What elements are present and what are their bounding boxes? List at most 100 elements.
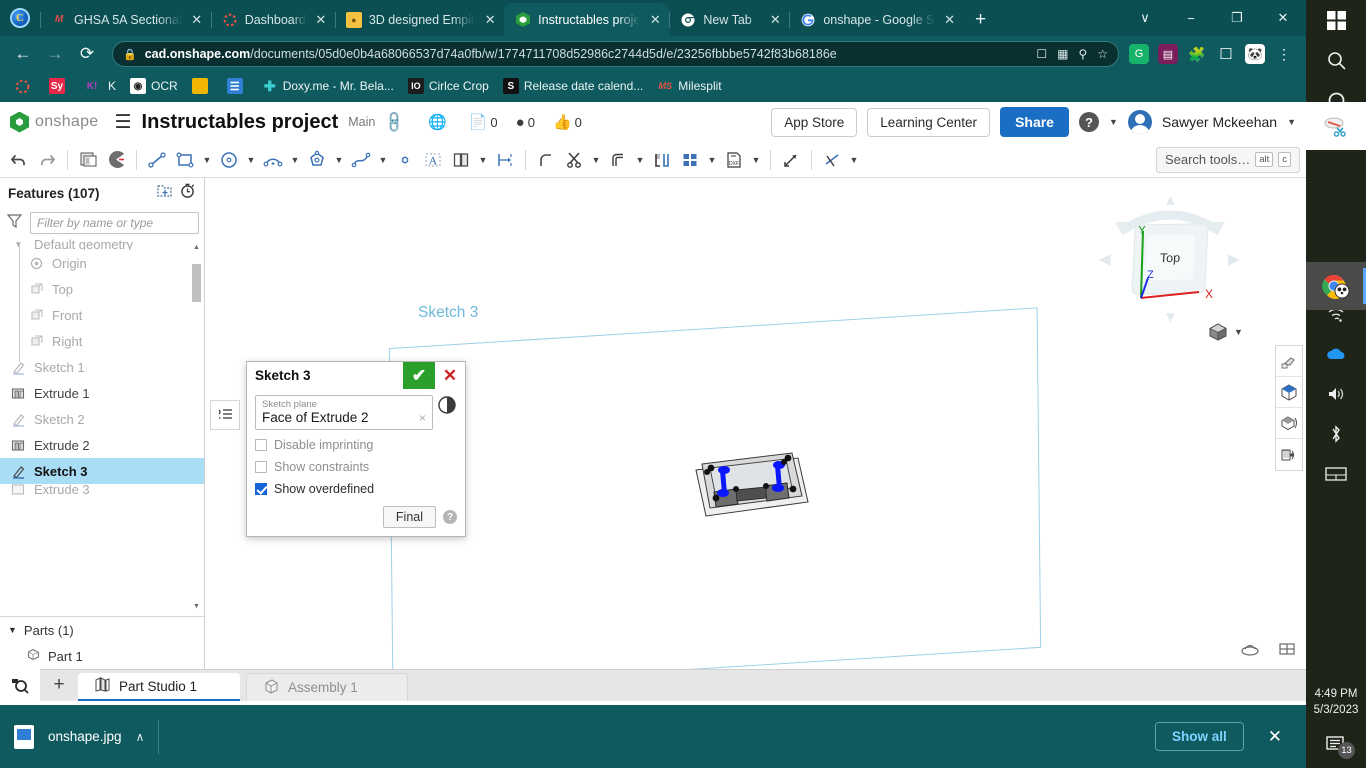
extend-tool-icon[interactable] [778, 146, 804, 174]
pacman-sketch-icon[interactable] [103, 146, 129, 174]
tab-close-icon[interactable]: ✕ [189, 12, 205, 28]
dxf-dropdown-icon[interactable]: ▼ [749, 146, 763, 174]
offset-dropdown-icon[interactable]: ▼ [633, 146, 647, 174]
sketch-entity-list-icon[interactable] [210, 400, 240, 430]
feature-row-top[interactable]: Top [0, 276, 204, 302]
feature-row-default-geometry[interactable]: ▼ Default geometry [0, 238, 204, 250]
scroll-up-icon[interactable]: ▲ [191, 242, 202, 253]
sketch-dialog[interactable]: Sketch 3 ✔ ✕ Sketch plane Face of Extrud… [246, 361, 466, 537]
redo-icon[interactable] [34, 146, 60, 174]
bookmark-item[interactable]: ☰ [227, 78, 248, 94]
show-constraints-checkbox[interactable]: Show constraints [255, 460, 457, 474]
profile-avatar-button[interactable]: C [0, 0, 40, 36]
mirror-dropdown-icon[interactable]: ▼ [476, 146, 490, 174]
taskbar-clock[interactable]: 4:49 PM 5/3/2023 [1314, 686, 1359, 720]
construction-dropdown-icon[interactable]: ▼ [847, 146, 861, 174]
share-button[interactable]: Share [1000, 107, 1069, 137]
versions-count[interactable]: ● 0 [516, 114, 535, 131]
forward-icon[interactable]: → [40, 39, 70, 69]
key-icon[interactable]: ⚲ [1078, 47, 1087, 61]
learning-center-button[interactable]: Learning Center [867, 108, 990, 137]
disable-imprinting-checkbox[interactable]: Disable imprinting [255, 438, 457, 452]
feature-row-sketch-2[interactable]: Sketch 2 [0, 406, 204, 432]
cast-icon[interactable]: ☐ [1036, 47, 1047, 61]
units-icon[interactable] [1278, 640, 1296, 663]
tab-close-icon[interactable]: ✕ [767, 12, 783, 28]
globe-icon[interactable]: 🌐 [428, 113, 447, 131]
puzzle-icon[interactable]: 🧩 [1187, 44, 1207, 64]
download-item[interactable]: onshape.jpg ∧ [14, 725, 144, 749]
feature-row-extrude-1[interactable]: Extrude 1 [0, 380, 204, 406]
notification-center-button[interactable]: 13 [1306, 720, 1366, 768]
feature-row-origin[interactable]: Origin [0, 250, 204, 276]
trim-dropdown-icon[interactable]: ▼ [589, 146, 603, 174]
shaded-cube-icon[interactable] [1208, 322, 1228, 342]
panda-avatar-icon[interactable]: 🐼 [1245, 44, 1265, 64]
point-tool-icon[interactable] [392, 146, 418, 174]
use-projection-icon[interactable] [649, 146, 675, 174]
display-state-icon[interactable] [1240, 640, 1260, 663]
view-cube[interactable]: ▲ ▼ ◀ ▶ Top [1095, 186, 1245, 336]
tab-close-icon[interactable]: ✕ [482, 12, 498, 28]
chrome-menu-dots-icon[interactable]: ⋮ [1274, 44, 1294, 64]
browser-tab-active[interactable]: Instructables proje ✕ [504, 3, 669, 36]
snipping-tool-icon[interactable] [1306, 102, 1366, 150]
circle-tool-icon[interactable] [216, 146, 242, 174]
accept-button[interactable]: ✔ [403, 362, 435, 389]
start-icon[interactable] [1306, 0, 1366, 40]
feature-row-right[interactable]: Right [0, 328, 204, 354]
bookmark-item[interactable]: MS Milesplit [657, 78, 721, 94]
polygon-dropdown-icon[interactable]: ▼ [332, 146, 346, 174]
part-row[interactable]: Part 1 [0, 643, 204, 669]
new-tab-button[interactable]: + [964, 3, 998, 36]
feature-tree[interactable]: ▼ Default geometry Origin [0, 238, 204, 616]
close-shelf-icon[interactable]: ✕ [1258, 727, 1292, 747]
dxf-import-icon[interactable]: DXF [721, 146, 747, 174]
help-icon[interactable]: ? [1079, 112, 1099, 132]
feature-row-sketch-1[interactable]: Sketch 1 [0, 354, 204, 380]
browser-tab[interactable]: New Tab ✕ [669, 3, 789, 36]
undo-icon[interactable] [6, 146, 32, 174]
mirror-tool-icon[interactable] [448, 146, 474, 174]
sketch-history-icon[interactable] [437, 395, 457, 415]
element-search-icon[interactable] [0, 669, 40, 701]
bookmark-item[interactable]: K! K [84, 78, 116, 94]
line-tool-icon[interactable] [144, 146, 170, 174]
download-chevron-icon[interactable]: ∧ [136, 730, 145, 744]
show-all-downloads-button[interactable]: Show all [1155, 722, 1244, 751]
rectangle-dropdown-icon[interactable]: ▼ [200, 146, 214, 174]
trim-scissors-icon[interactable] [561, 146, 587, 174]
tab-close-icon[interactable]: ✕ [313, 12, 329, 28]
tab-close-icon[interactable]: ✕ [942, 12, 958, 28]
construction-line-icon[interactable] [819, 146, 845, 174]
explode-view-icon[interactable] [1276, 408, 1302, 439]
star-icon[interactable]: ☆ [1097, 47, 1108, 61]
cancel-button[interactable]: ✕ [435, 362, 465, 389]
chrome-panda-icon[interactable] [1306, 262, 1366, 310]
show-overdefined-checkbox[interactable]: Show overdefined [255, 482, 457, 496]
help-icon[interactable]: ? [443, 510, 457, 524]
feature-row-sketch-3[interactable]: Sketch 3 [0, 458, 204, 484]
touchpad-icon[interactable] [1306, 454, 1366, 494]
pattern-dropdown-icon[interactable]: ▼ [705, 146, 719, 174]
spline-dropdown-icon[interactable]: ▼ [376, 146, 390, 174]
bookmark-item[interactable] [192, 78, 213, 94]
fillet-tool-icon[interactable] [533, 146, 559, 174]
viewcube-arrow-left-icon[interactable]: ◀ [1099, 250, 1111, 268]
arc-tool-icon[interactable] [260, 146, 286, 174]
rollback-timer-icon[interactable] [179, 182, 196, 204]
bluetooth-icon[interactable] [1306, 414, 1366, 454]
feature-row-extrude-2[interactable]: Extrude 2 [0, 432, 204, 458]
qr-icon[interactable]: ▦ [1057, 47, 1068, 61]
bookmark-item[interactable]: IO Cirlce Crop [408, 78, 489, 94]
reload-icon[interactable]: ⟳ [72, 39, 102, 69]
search-icon[interactable] [1306, 40, 1366, 80]
feature-row-front[interactable]: Front [0, 302, 204, 328]
back-icon[interactable]: ← [8, 39, 38, 69]
close-window-button[interactable]: ✕ [1260, 0, 1306, 36]
search-tools-field[interactable]: Search tools… alt c [1156, 147, 1300, 173]
link-icon[interactable]: 🔗 [382, 109, 408, 135]
parts-header[interactable]: ▼ Parts (1) [0, 617, 204, 643]
clear-icon[interactable]: × [419, 411, 426, 425]
rectangle-tool-icon[interactable] [172, 146, 198, 174]
